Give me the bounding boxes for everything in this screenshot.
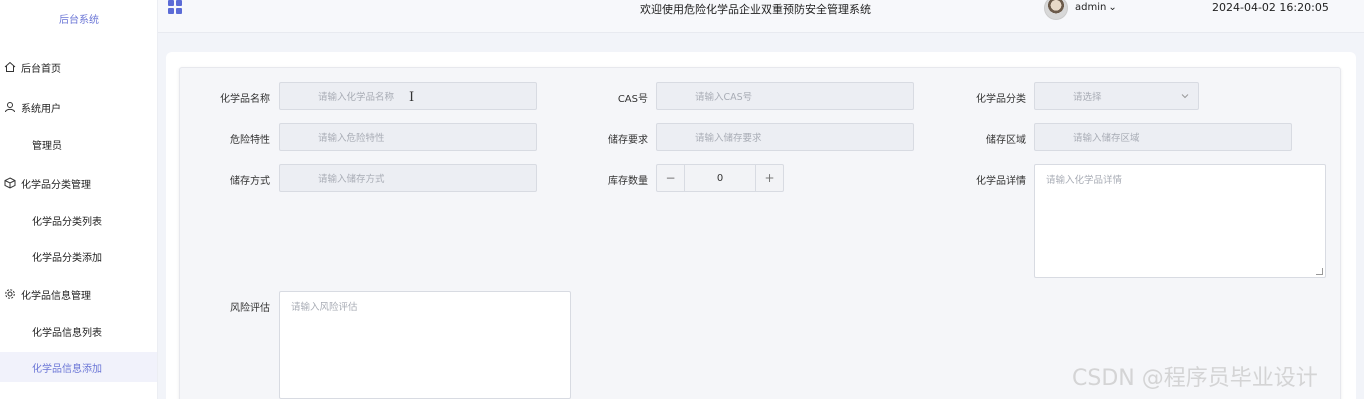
home-icon xyxy=(3,60,17,74)
sidebar-item-category-list[interactable]: 化学品分类列表 xyxy=(0,205,157,235)
decrement-button[interactable]: − xyxy=(657,165,685,191)
sidebar-item-category-add[interactable]: 化学品分类添加 xyxy=(0,241,157,271)
sidebar-title: 后台系统 xyxy=(59,15,99,26)
sidebar-item-info-list[interactable]: 化学品信息列表 xyxy=(0,316,157,346)
user-icon xyxy=(3,100,17,114)
category-placeholder: 请选择 xyxy=(1073,92,1102,103)
detail-placeholder: 请输入化学品详情 xyxy=(1046,175,1123,186)
risk-placeholder: 请输入风险评估 xyxy=(291,302,358,313)
sidebar-item-label: 系统用户 xyxy=(21,103,61,115)
hazard-input[interactable]: 请输入危险特性 xyxy=(279,123,537,151)
username: admin xyxy=(1075,2,1107,13)
cas-label: CAS号 xyxy=(617,94,648,105)
storage-req-placeholder: 请输入储存要求 xyxy=(695,133,762,144)
detail-label: 化学品详情 xyxy=(976,176,1026,187)
top-header: 欢迎使用危险化学品企业双重预防安全管理系统 admin ⌄ 2024-04-02 … xyxy=(158,0,1364,33)
cube-icon xyxy=(3,176,17,190)
storage-method-label: 储存方式 xyxy=(230,176,270,187)
sidebar-item-label: 化学品信息添加 xyxy=(32,363,102,375)
storage-area-input[interactable]: 请输入储存区域 xyxy=(1034,123,1292,151)
resize-handle-icon[interactable] xyxy=(1316,268,1323,275)
risk-textarea[interactable]: 请输入风险评估 xyxy=(279,291,571,399)
cas-input[interactable]: 请输入CAS号 xyxy=(656,82,914,110)
gear-icon xyxy=(3,287,17,301)
cas-placeholder: 请输入CAS号 xyxy=(695,92,753,103)
sidebar-item-info-add[interactable]: 化学品信息添加 xyxy=(0,352,157,382)
stock-label: 库存数量 xyxy=(608,176,648,187)
text-cursor-icon: I xyxy=(409,90,415,105)
sidebar-item-admin[interactable]: 管理员 xyxy=(0,129,157,159)
page-title: 欢迎使用危险化学品企业双重预防安全管理系统 xyxy=(640,3,871,16)
name-placeholder: 请输入化学品名称 xyxy=(318,92,395,103)
storage-req-input[interactable]: 请输入储存要求 xyxy=(656,123,914,151)
category-select[interactable]: 请选择 xyxy=(1034,82,1199,110)
stock-stepper[interactable]: − 0 + xyxy=(656,164,784,192)
chevron-down-icon: ⌄ xyxy=(1108,2,1117,13)
sidebar-item-label: 化学品信息列表 xyxy=(32,327,102,339)
name-input[interactable]: 请输入化学品名称 xyxy=(279,82,537,110)
menu-grid-icon[interactable] xyxy=(168,0,182,14)
sidebar-item-label: 化学品分类添加 xyxy=(32,252,102,264)
sidebar-item-home[interactable]: 后台首页 xyxy=(0,52,157,82)
datetime: 2024-04-02 16:20:05 xyxy=(1212,1,1329,14)
watermark: CSDN @程序员毕业设计 xyxy=(1072,366,1318,391)
chevron-down-icon xyxy=(1181,94,1189,99)
sidebar-item-label: 化学品信息管理 xyxy=(21,290,91,302)
increment-button[interactable]: + xyxy=(755,165,783,191)
storage-area-label: 储存区域 xyxy=(986,135,1026,146)
storage-area-placeholder: 请输入储存区域 xyxy=(1073,133,1140,144)
hazard-placeholder: 请输入危险特性 xyxy=(318,133,385,144)
detail-textarea[interactable]: 请输入化学品详情 xyxy=(1034,164,1326,278)
risk-label: 风险评估 xyxy=(230,303,270,314)
sidebar-item-label: 管理员 xyxy=(32,140,62,152)
sidebar-item-info-management[interactable]: 化学品信息管理 xyxy=(0,279,157,309)
sidebar-item-system-users[interactable]: 系统用户 xyxy=(0,92,157,122)
name-label: 化学品名称 xyxy=(220,94,270,105)
sidebar: 后台系统 后台首页 系统用户 管理员 化学品分类管理 化学品分类列表 化学品分类… xyxy=(0,0,158,399)
storage-method-input[interactable]: 请输入储存方式 xyxy=(279,164,537,192)
sidebar-item-label: 后台首页 xyxy=(21,63,61,75)
sidebar-item-category-management[interactable]: 化学品分类管理 xyxy=(0,168,157,198)
stock-value[interactable]: 0 xyxy=(685,165,755,191)
sidebar-item-label: 化学品分类列表 xyxy=(32,216,102,228)
hazard-label: 危险特性 xyxy=(230,135,270,146)
sidebar-item-label: 化学品分类管理 xyxy=(21,179,91,191)
category-label: 化学品分类 xyxy=(976,94,1026,105)
avatar[interactable] xyxy=(1044,0,1068,20)
storage-method-placeholder: 请输入储存方式 xyxy=(318,174,385,185)
storage-req-label: 储存要求 xyxy=(608,135,648,146)
user-menu[interactable]: admin ⌄ xyxy=(1075,2,1117,13)
